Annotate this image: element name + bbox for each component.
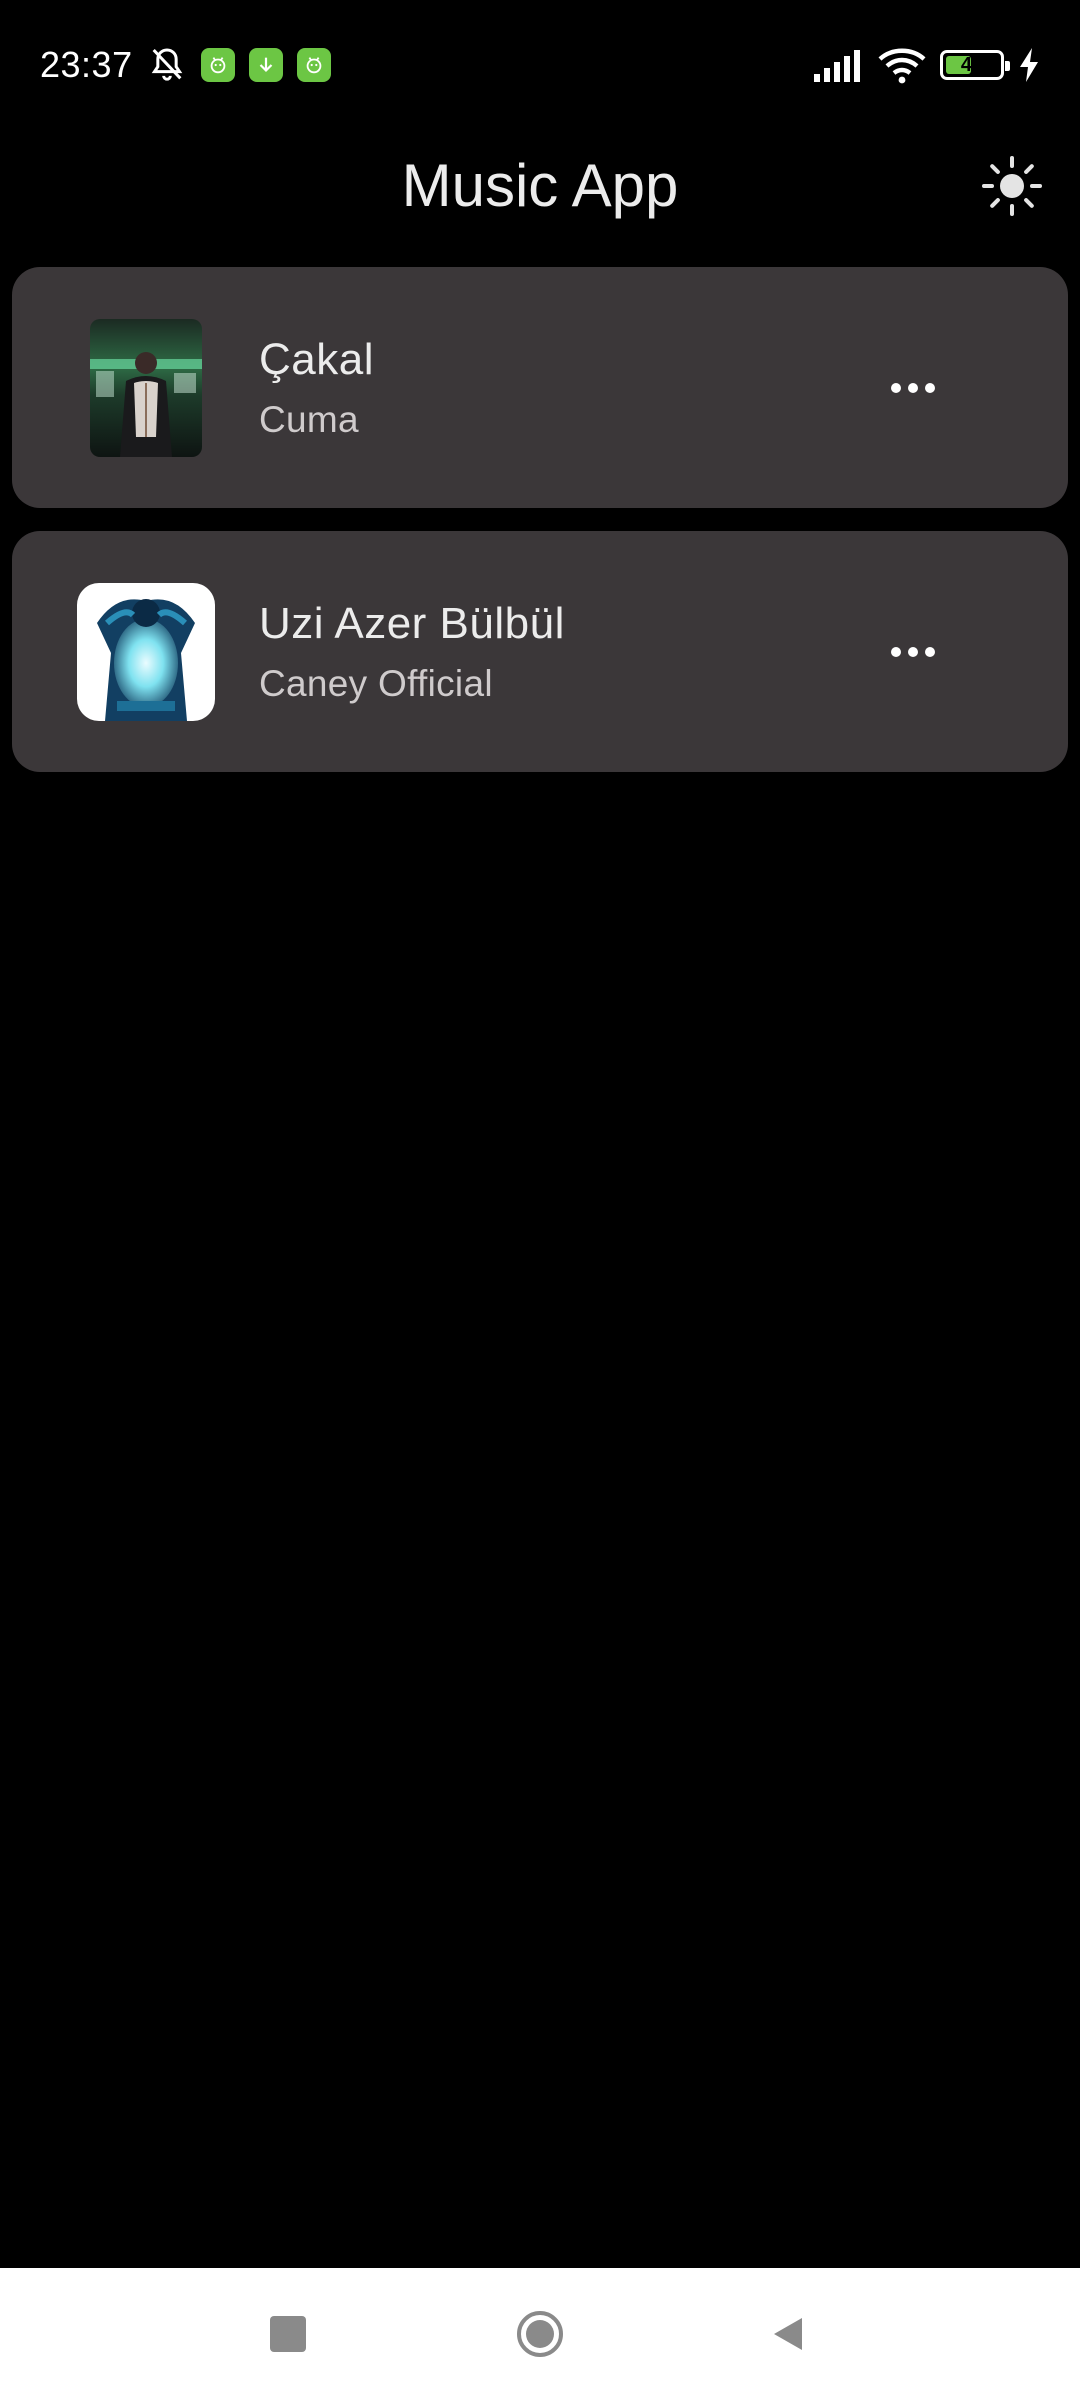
more-horizontal-icon (925, 646, 935, 657)
song-title: Çakal (259, 334, 374, 384)
download-icon (248, 48, 283, 82)
navigation-bar (0, 2268, 1080, 2400)
song-text: Çakal Cuma (259, 335, 374, 441)
more-options-button[interactable] (878, 358, 948, 418)
more-horizontal-icon (891, 382, 901, 393)
song-artist: Cuma (259, 398, 359, 440)
more-horizontal-icon (891, 646, 901, 657)
battery-nub (1005, 61, 1010, 71)
more-horizontal-icon (925, 382, 935, 393)
more-horizontal-icon (908, 646, 918, 657)
song-item[interactable]: Çakal Cuma (12, 267, 1068, 508)
page-title: Music App (401, 151, 679, 219)
song-title: Uzi Azer Bülbül (259, 598, 565, 648)
back-icon[interactable] (768, 2314, 808, 2354)
bell-off-icon (151, 48, 182, 81)
theme-toggle-button[interactable] (980, 154, 1044, 218)
app-badge-icon (200, 48, 235, 82)
status-right: 49 (812, 46, 1040, 84)
wifi-icon (878, 48, 926, 84)
album-art (90, 318, 202, 457)
status-bar: 23:37 49 (0, 0, 1080, 130)
home-icon[interactable] (515, 2309, 565, 2359)
sun-icon (982, 156, 1042, 216)
song-list: Çakal Cuma Uzi Azer Bülbül Caney Officia… (12, 267, 1068, 795)
song-item[interactable]: Uzi Azer Bülbül Caney Official (12, 531, 1068, 772)
battery-level: 49 (960, 53, 984, 76)
battery-icon: 49 (940, 50, 1010, 80)
song-artist: Caney Official (259, 662, 493, 704)
charging-icon (1020, 48, 1038, 82)
status-time: 23:37 (40, 44, 133, 85)
album-art (77, 582, 215, 721)
recents-icon[interactable] (270, 2316, 306, 2352)
song-text: Uzi Azer Bülbül Caney Official (259, 599, 565, 705)
app-badge-icon (296, 48, 331, 82)
app-bar: Music App (0, 130, 1080, 240)
status-left: 23:37 (40, 44, 331, 86)
more-options-button[interactable] (878, 622, 948, 682)
more-horizontal-icon (908, 382, 918, 393)
screen: 23:37 49 Music App Çakal Cuma Uzi Azer B… (0, 0, 1080, 2400)
signal-icon (814, 50, 860, 82)
